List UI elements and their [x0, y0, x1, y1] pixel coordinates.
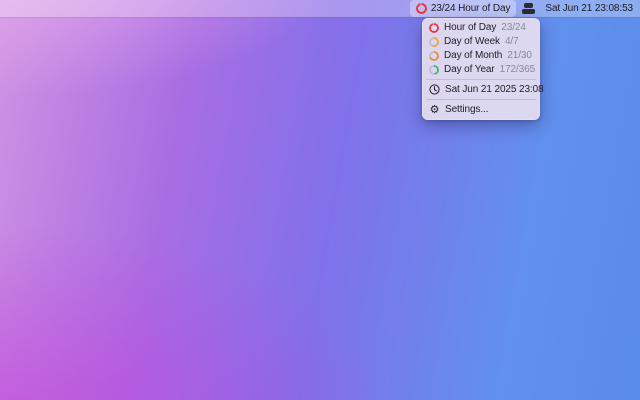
- progress-ring-icon: [415, 3, 427, 14]
- menu-item-day-of-month[interactable]: Day of Month 21/30: [422, 49, 540, 63]
- progress-ring-icon: [429, 50, 439, 61]
- menu-item-label: Settings...: [445, 104, 489, 115]
- progress-ring-icon: [429, 36, 439, 47]
- menubar-clock[interactable]: Sat Jun 21 23:08:53: [541, 0, 637, 17]
- clock-icon: [429, 84, 440, 95]
- menubar-item-hour-of-day[interactable]: 23/24 Hour of Day: [409, 0, 517, 17]
- menu-separator: [426, 79, 536, 80]
- menu-item-label: Day of Month: [444, 50, 503, 61]
- menu-item-value: 23/24: [501, 22, 526, 33]
- gear-icon: ⚙: [429, 103, 440, 116]
- menu-item-label: Sat Jun 21 2025 23:08: [445, 84, 544, 95]
- menu-item-value: 4/7: [504, 36, 519, 47]
- hour-of-day-dropdown-menu: Hour of Day 23/24 Day of Week 4/7 Day of…: [422, 17, 544, 120]
- menu-item-datetime[interactable]: Sat Jun 21 2025 23:08: [422, 83, 544, 97]
- menu-item-label: Day of Year: [444, 64, 495, 75]
- menu-item-label: Day of Week: [444, 36, 500, 47]
- menu-item-value: 21/30: [507, 50, 532, 61]
- progress-ring-icon: [429, 64, 439, 75]
- menu-separator: [426, 99, 536, 100]
- menu-item-label: Hour of Day: [444, 22, 497, 33]
- progress-ring-icon: [429, 22, 439, 33]
- menu-item-settings[interactable]: ⚙ Settings...: [422, 103, 540, 117]
- menubar-clock-label: Sat Jun 21 23:08:53: [545, 3, 633, 14]
- desktop-wallpaper: 23/24 Hour of Day Sat Jun 21 23:08:53 Ho…: [0, 0, 640, 400]
- stack-icon: [522, 3, 536, 14]
- menu-item-day-of-year[interactable]: Day of Year 172/365: [422, 63, 540, 77]
- menu-item-day-of-week[interactable]: Day of Week 4/7: [422, 35, 540, 49]
- menu-item-value: 172/365: [499, 64, 536, 75]
- menu-item-hour-of-day[interactable]: Hour of Day 23/24: [422, 21, 540, 35]
- menubar: 23/24 Hour of Day Sat Jun 21 23:08:53: [0, 0, 640, 17]
- menubar-item-label: 23/24 Hour of Day: [430, 3, 511, 14]
- menubar-status-area: 23/24 Hour of Day Sat Jun 21 23:08:53: [409, 0, 637, 17]
- menubar-item-extra[interactable]: [516, 0, 541, 17]
